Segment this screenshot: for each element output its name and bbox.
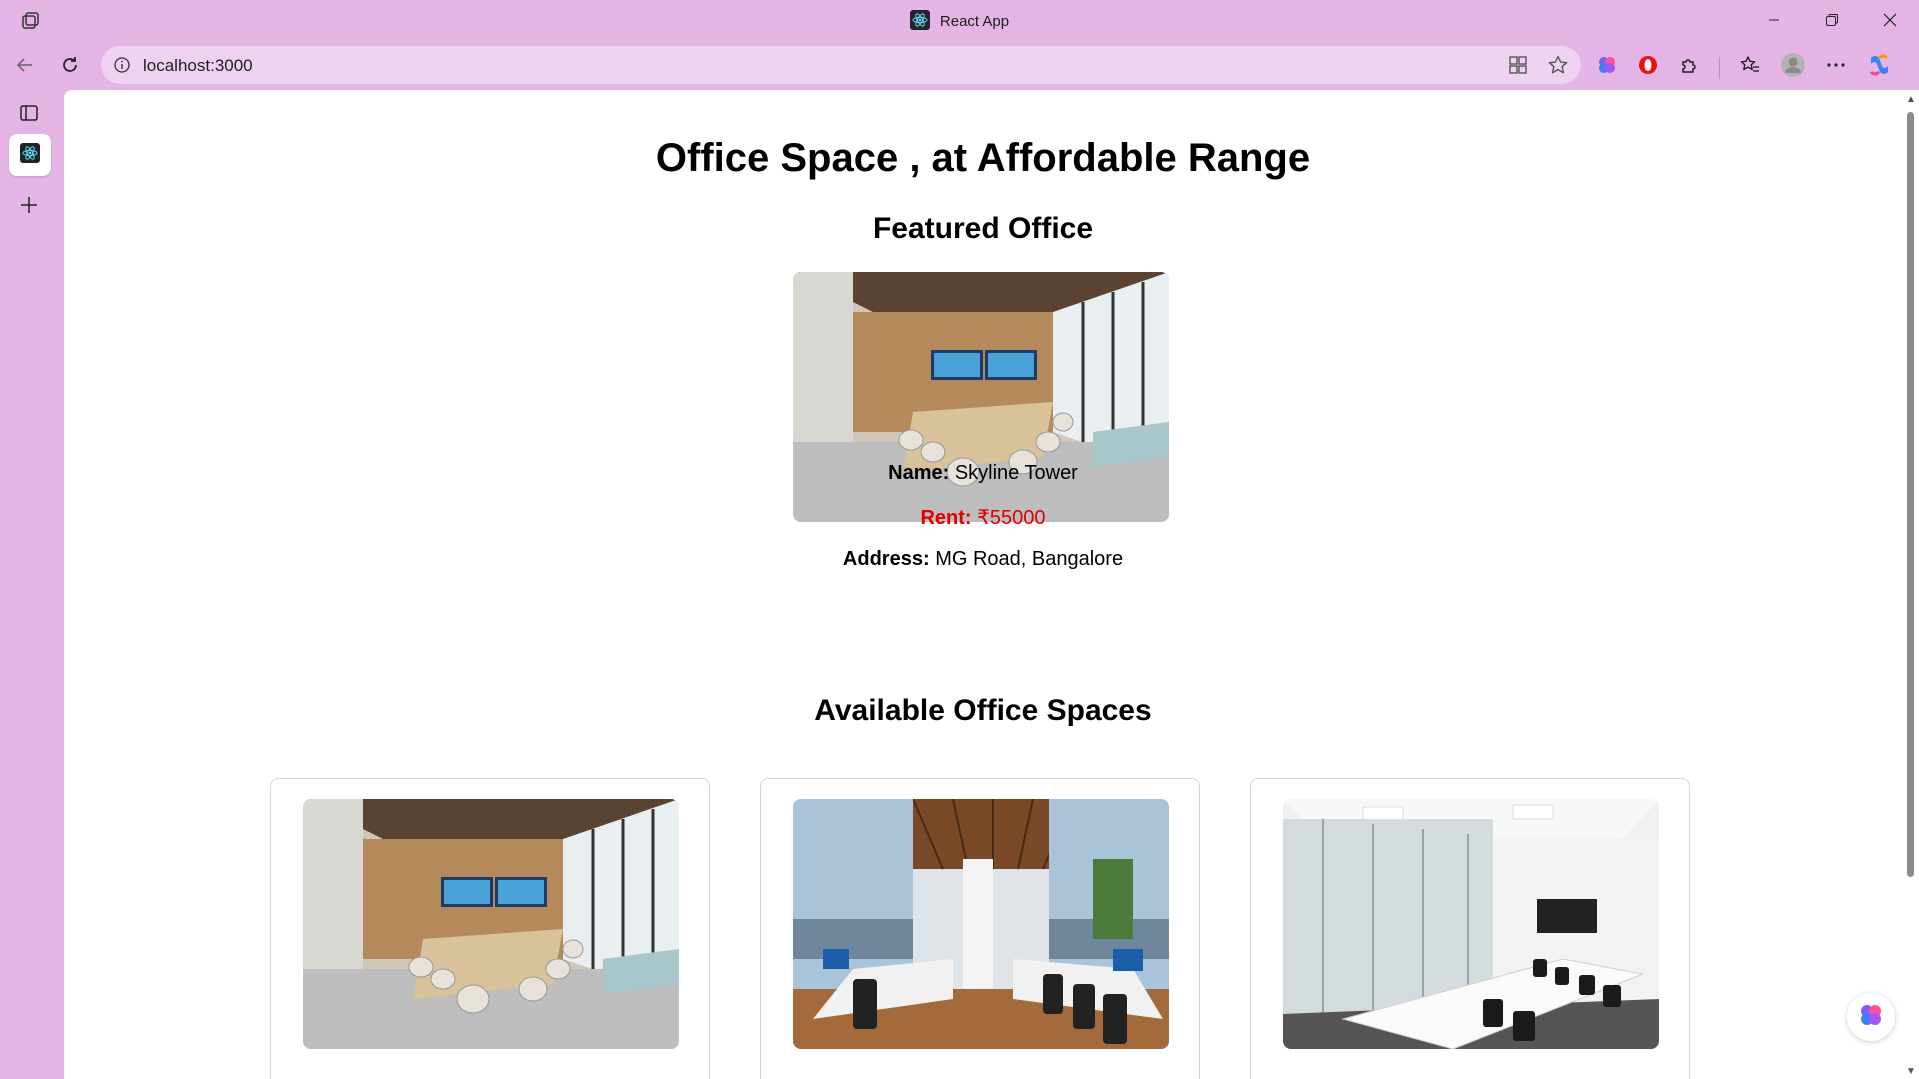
minimize-button[interactable] (1745, 0, 1803, 40)
tab-react-app[interactable] (9, 134, 51, 176)
office-image (303, 799, 679, 1049)
page-viewport: Office Space , at Affordable Range Featu… (64, 90, 1902, 1079)
window-title-text: React App (939, 12, 1010, 30)
copilot-brain-icon (1858, 1002, 1884, 1033)
divider (1719, 56, 1720, 79)
name-label: Name: (888, 462, 950, 484)
tab-actions-icon[interactable] (16, 100, 42, 126)
copilot-extension-icon[interactable] (1596, 54, 1618, 81)
copilot-floating-button[interactable] (1847, 993, 1895, 1041)
scroll-up-arrow-icon[interactable]: ▲ (1906, 94, 1916, 105)
favorites-icon[interactable] (1739, 54, 1761, 81)
react-tab-icon (20, 142, 40, 168)
rent-value: ₹55000 (977, 507, 1046, 529)
featured-name: Name: Skyline Tower (64, 462, 1902, 485)
react-favicon-icon (909, 10, 930, 34)
app-available-icon[interactable] (1507, 54, 1529, 81)
featured-heading: Featured Office (872, 212, 1094, 245)
back-button[interactable] (12, 52, 38, 78)
site-info-icon[interactable] (113, 56, 131, 79)
page-title: Office Space , at Affordable Range (655, 136, 1311, 180)
restore-button[interactable] (1803, 0, 1861, 40)
address-bar[interactable]: localhost:3000 (101, 46, 1581, 84)
opera-extension-icon[interactable] (1637, 54, 1659, 81)
favorite-star-icon[interactable] (1547, 54, 1569, 81)
url-text[interactable]: localhost:3000 (143, 56, 253, 76)
address-value: MG Road, Bangalore (935, 548, 1124, 570)
copilot-icon[interactable] (1866, 52, 1892, 83)
office-card (270, 778, 710, 1079)
rent-label: Rent: (920, 507, 972, 529)
new-tab-icon[interactable] (16, 192, 42, 218)
close-button[interactable] (1861, 0, 1919, 40)
office-image (1283, 799, 1659, 1049)
extensions-puzzle-icon[interactable] (1678, 54, 1700, 81)
available-heading: Available Office Spaces (814, 694, 1152, 727)
featured-rent: Rent: ₹55000 (64, 505, 1902, 530)
toolbar: localhost:3000 (0, 44, 1919, 86)
profile-avatar-icon[interactable] (1780, 52, 1806, 83)
title-bar: React App (0, 0, 1919, 40)
name-value: Skyline Tower (954, 462, 1078, 484)
refresh-button[interactable] (57, 52, 83, 78)
address-label: Address: (842, 548, 930, 570)
scroll-down-arrow-icon[interactable]: ▼ (1906, 1066, 1916, 1077)
window-title: React App (0, 10, 1919, 34)
office-card (760, 778, 1200, 1079)
more-options-icon[interactable] (1825, 54, 1847, 81)
office-image (793, 799, 1169, 1049)
featured-address: Address: MG Road, Bangalore (64, 548, 1902, 571)
office-card (1250, 778, 1690, 1079)
vertical-scrollbar[interactable]: ▲ ▼ (1902, 90, 1919, 1079)
scroll-thumb[interactable] (1907, 112, 1914, 877)
